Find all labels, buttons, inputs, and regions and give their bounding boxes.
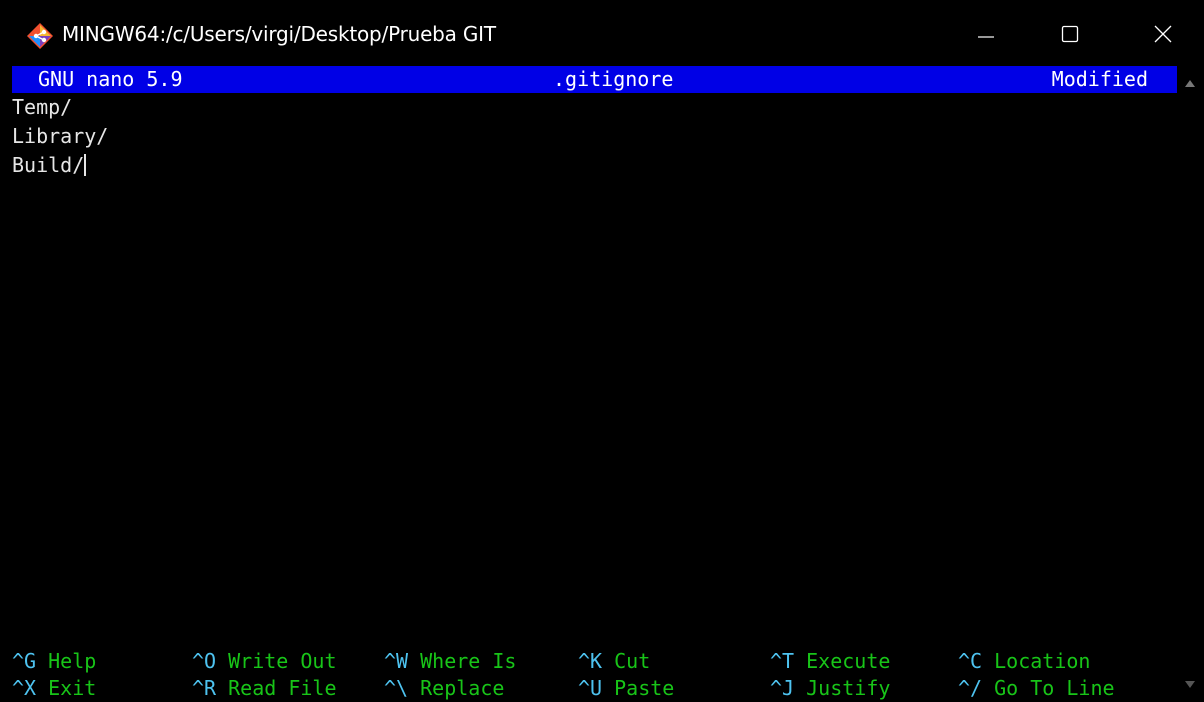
editor-line[interactable]: Temp/	[12, 93, 108, 122]
minimize-button[interactable]	[950, 12, 1022, 56]
git-bash-icon	[27, 23, 53, 49]
close-icon	[1154, 25, 1172, 43]
shortcut-cut[interactable]: ^K Cut	[578, 648, 650, 675]
shortcut-execute[interactable]: ^T Execute	[770, 648, 890, 675]
shortcut-write-out[interactable]: ^O Write Out	[192, 648, 337, 675]
terminal-area[interactable]: GNU nano 5.9 .gitignore Modified Temp/ L…	[0, 66, 1177, 700]
vertical-scrollbar[interactable]	[1177, 66, 1204, 700]
shortcut-paste[interactable]: ^U Paste	[578, 675, 674, 702]
shortcut-exit[interactable]: ^X Exit	[12, 675, 96, 702]
text-editor[interactable]: Temp/ Library/ Build/	[12, 93, 108, 180]
nano-status-bar: GNU nano 5.9 .gitignore Modified	[12, 66, 1177, 93]
shortcut-replace[interactable]: ^\ Replace	[384, 675, 504, 702]
text-cursor	[84, 154, 87, 176]
shortcut-location[interactable]: ^C Location	[958, 648, 1090, 675]
close-button[interactable]	[1122, 12, 1204, 56]
shortcut-help[interactable]: ^G Help	[12, 648, 96, 675]
file-name: .gitignore	[553, 67, 674, 91]
shortcut-go-to-line[interactable]: ^/ Go To Line	[958, 675, 1115, 702]
minimize-icon	[978, 36, 994, 38]
shortcut-read-file[interactable]: ^R Read File	[192, 675, 337, 702]
window-title: MINGW64:/c/Users/virgi/Desktop/Prueba GI…	[62, 22, 496, 46]
shortcut-justify[interactable]: ^J Justify	[770, 675, 890, 702]
scroll-down-icon[interactable]	[1185, 681, 1195, 688]
scroll-up-icon[interactable]	[1185, 80, 1195, 87]
title-bar[interactable]: MINGW64:/c/Users/virgi/Desktop/Prueba GI…	[0, 0, 1204, 66]
editor-line[interactable]: Library/	[12, 122, 108, 151]
nano-version: GNU nano 5.9	[38, 67, 183, 91]
maximize-icon	[1061, 25, 1079, 43]
shortcut-where-is[interactable]: ^W Where Is	[384, 648, 516, 675]
maximize-button[interactable]	[1034, 12, 1106, 56]
modified-indicator: Modified	[1051, 67, 1148, 91]
editor-line[interactable]: Build/	[12, 151, 108, 180]
